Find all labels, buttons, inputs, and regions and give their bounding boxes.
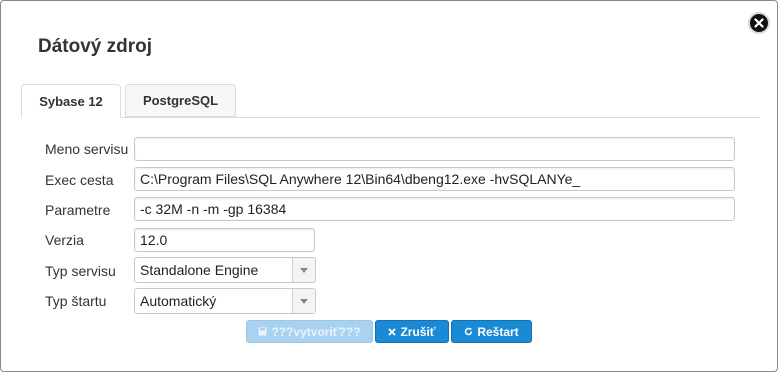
create-button[interactable]: ???vytvoriť???: [246, 320, 373, 343]
cancel-button[interactable]: Zrušiť: [375, 320, 449, 343]
exec-path-input[interactable]: [134, 167, 735, 191]
restart-button[interactable]: Reštart: [451, 320, 532, 343]
tab-bar: Sybase 12 PostgreSQL: [21, 84, 760, 118]
version-input[interactable]: [134, 228, 315, 252]
service-type-value: Standalone Engine: [140, 262, 259, 278]
service-name-label: Meno servisu: [45, 141, 129, 157]
restart-button-label: Reštart: [477, 324, 519, 339]
service-type-label: Typ servisu: [45, 263, 116, 279]
start-type-select[interactable]: Automatický: [134, 288, 316, 314]
cancel-button-label: Zrušiť: [400, 324, 436, 339]
data-source-dialog: Dátový zdroj Sybase 12 PostgreSQL Meno s…: [0, 0, 778, 372]
service-name-input[interactable]: [134, 137, 735, 161]
tab-postgresql[interactable]: PostgreSQL: [125, 84, 236, 117]
save-icon: [258, 327, 267, 336]
version-label: Verzia: [45, 232, 84, 248]
chevron-down-icon: [292, 289, 315, 313]
start-type-value: Automatický: [140, 293, 217, 309]
refresh-icon: [465, 327, 473, 336]
x-icon: [388, 327, 397, 336]
exec-path-label: Exec cesta: [45, 172, 114, 188]
chevron-down-icon: [292, 258, 315, 282]
dialog-title: Dátový zdroj: [38, 36, 153, 57]
service-type-select[interactable]: Standalone Engine: [134, 257, 316, 283]
start-type-label: Typ štartu: [45, 293, 107, 309]
create-button-label: ???vytvoriť???: [271, 324, 361, 339]
close-button[interactable]: [748, 12, 770, 34]
parameters-input[interactable]: [134, 197, 735, 221]
parameters-label: Parametre: [45, 202, 111, 218]
close-icon: [754, 18, 764, 28]
tab-sybase-12[interactable]: Sybase 12: [21, 84, 121, 118]
